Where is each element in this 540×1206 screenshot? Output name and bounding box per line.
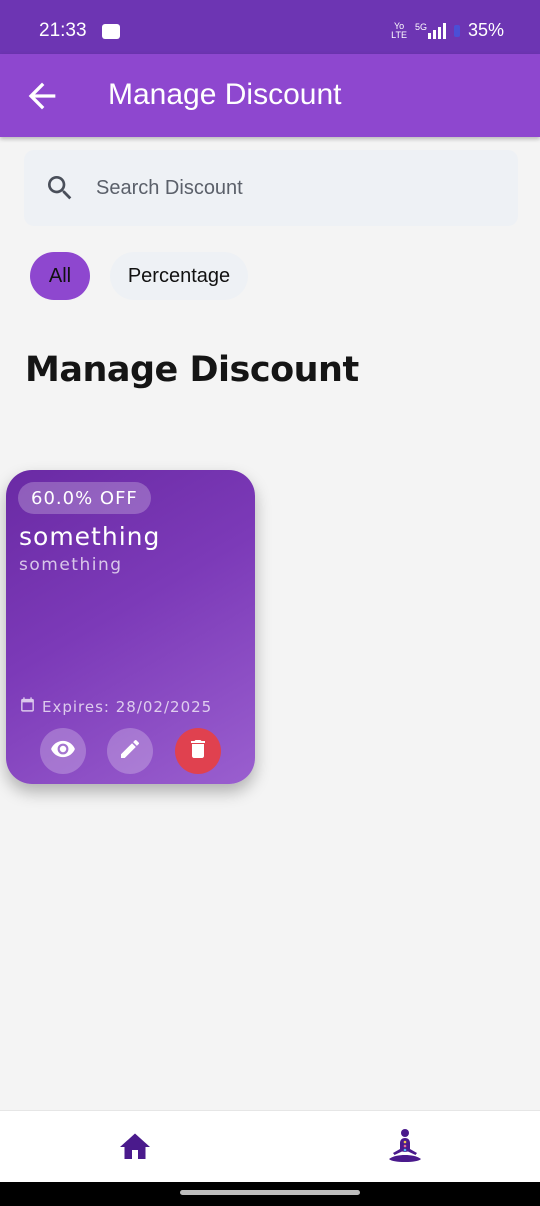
page-title: Manage Discount	[108, 78, 342, 111]
discount-card[interactable]: 60.0% OFF something something Expires: 2…	[6, 470, 255, 784]
home-icon[interactable]	[117, 1129, 153, 1165]
discount-badge: 60.0% OFF	[18, 482, 151, 514]
calendar-icon	[19, 696, 36, 717]
discount-expiry: Expires: 28/02/2025	[19, 696, 212, 717]
discount-title: something	[19, 522, 161, 551]
delete-button[interactable]	[175, 728, 221, 774]
home-gesture-handle[interactable]	[180, 1190, 360, 1195]
filter-chip-all[interactable]: All	[30, 252, 90, 300]
expiry-text: Expires: 28/02/2025	[42, 697, 213, 716]
section-title: Manage Discount	[25, 350, 359, 390]
status-bar: 21:33 Yo LTE 5G 35%	[0, 0, 540, 54]
search-input[interactable]	[96, 168, 496, 208]
network-label: Yo LTE	[391, 20, 407, 40]
status-indicators: Yo LTE 5G 35%	[391, 20, 504, 41]
meditation-icon[interactable]	[383, 1125, 427, 1169]
pencil-icon	[118, 737, 142, 766]
notification-app-icon	[102, 24, 120, 39]
search-bar[interactable]	[24, 150, 518, 226]
view-button[interactable]	[40, 728, 86, 774]
eye-icon	[50, 736, 76, 767]
gesture-bar	[0, 1182, 540, 1206]
trash-icon	[186, 737, 210, 766]
filter-chip-label: All	[48, 264, 72, 287]
arrow-left-icon[interactable]	[22, 76, 62, 116]
bottom-navigation	[0, 1110, 540, 1182]
filter-chip-label: Percentage	[127, 264, 231, 287]
filter-chip-percentage[interactable]: Percentage	[110, 252, 248, 300]
edit-button[interactable]	[107, 728, 153, 774]
signal-icon: 5G	[415, 22, 446, 39]
discount-description: something	[19, 555, 123, 575]
battery-icon	[453, 24, 460, 37]
status-time: 21:33	[39, 20, 87, 41]
app-bar: Manage Discount	[0, 54, 540, 137]
search-icon	[44, 172, 76, 204]
battery-percent: 35%	[467, 20, 504, 40]
